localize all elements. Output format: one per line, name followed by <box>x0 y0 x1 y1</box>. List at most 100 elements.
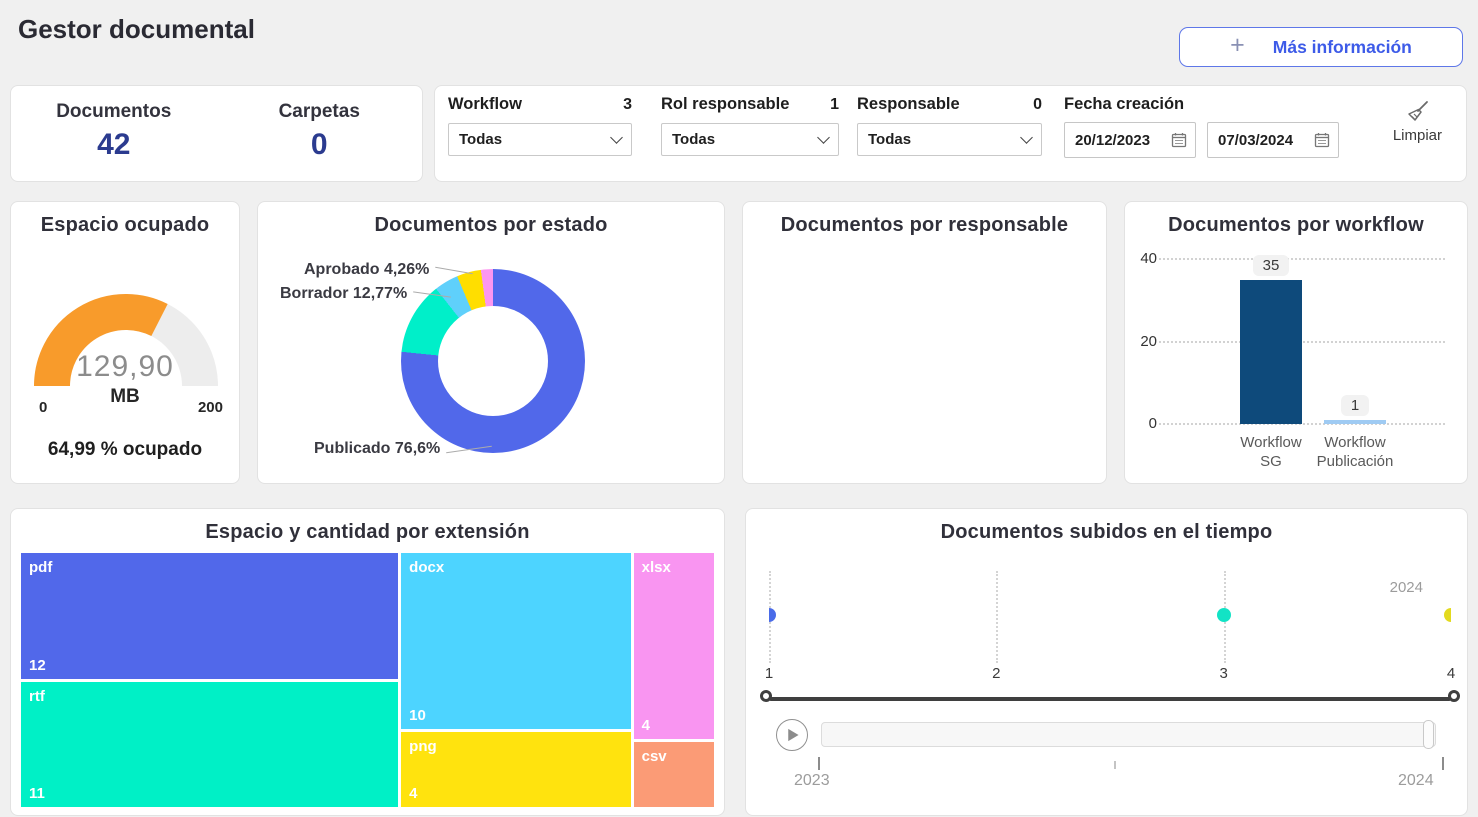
kpi-carpetas-value: 0 <box>311 128 328 162</box>
treemap-column: xlsx 4 csv <box>634 553 714 807</box>
filter-workflow-value: Todas <box>459 131 502 148</box>
kpi-documentos-label: Documentos <box>56 101 171 123</box>
gauge-max-label: 200 <box>198 399 223 416</box>
treemap-tile-rtf[interactable]: rtf 11 <box>21 682 398 808</box>
date-from-input[interactable]: 20/12/2023 <box>1064 122 1196 158</box>
tile-label: pdf <box>29 559 52 576</box>
estado-title: Documentos por estado <box>258 214 724 237</box>
tile-count: 4 <box>409 785 417 802</box>
gauge-value: 129,90 <box>11 350 239 384</box>
timeline-scrollbar[interactable] <box>821 722 1436 747</box>
timeline-x-ticks: 1 2 3 4 <box>769 665 1451 683</box>
broom-icon <box>1404 99 1430 125</box>
tile-label: rtf <box>29 688 45 705</box>
more-info-button[interactable]: + Más información <box>1179 27 1463 67</box>
date-to-input[interactable]: 07/03/2024 <box>1207 122 1339 158</box>
kpi-carpetas-label: Carpetas <box>279 101 360 123</box>
axis-tick <box>1442 757 1444 770</box>
filter-responsable-label: Responsable <box>857 95 960 114</box>
filter-workflow-dropdown[interactable]: Todas <box>448 123 632 156</box>
filter-fecha: Fecha creación 20/12/2023 07/03/2024 <box>1064 95 1354 158</box>
calendar-icon[interactable] <box>1314 132 1330 148</box>
filter-workflow: Workflow 3 Todas <box>448 95 632 156</box>
filter-responsable-value: Todas <box>868 131 911 148</box>
donut-hole <box>438 306 548 416</box>
workflow-card: Documentos por workflow 40 20 0 35 1 Wor… <box>1124 201 1468 484</box>
slider-handle-right[interactable] <box>1448 690 1460 702</box>
leader-line <box>446 445 492 452</box>
filter-workflow-label: Workflow <box>448 95 522 114</box>
kpi-carpetas: Carpetas 0 <box>217 86 423 181</box>
limpiar-button[interactable]: Limpiar <box>1393 99 1442 144</box>
kpi-card: Documentos 42 Carpetas 0 <box>10 85 423 182</box>
filter-rol-head: Rol responsable 1 <box>661 95 839 114</box>
treemap-tile-docx[interactable]: docx 10 <box>401 553 630 729</box>
dashboard: Gestor documental + Más información Docu… <box>0 0 1478 817</box>
filter-fecha-range: 20/12/2023 07/03/2024 <box>1064 122 1354 158</box>
limpiar-label: Limpiar <box>1393 127 1442 144</box>
treemap-column: docx 10 png 4 <box>401 553 630 807</box>
page-title: Gestor documental <box>18 14 255 45</box>
gridline <box>1159 258 1445 260</box>
bar-workflow-publicacion[interactable] <box>1324 420 1386 424</box>
tile-count: 4 <box>642 717 650 734</box>
estado-card: Documentos por estado Aprobado 4,26% Bor… <box>257 201 725 484</box>
play-button[interactable] <box>776 719 808 751</box>
treemap: pdf 12 rtf 11 docx 10 png 4 <box>21 553 714 807</box>
tile-count: 12 <box>29 657 46 674</box>
gauge-min-label: 0 <box>39 399 47 416</box>
data-point[interactable] <box>1444 608 1451 622</box>
tile-count: 10 <box>409 707 426 724</box>
calendar-icon[interactable] <box>1171 132 1187 148</box>
date-to-value: 07/03/2024 <box>1218 132 1293 149</box>
filter-card: Workflow 3 Todas Rol responsable 1 Todas… <box>434 85 1467 182</box>
tile-label: docx <box>409 559 444 576</box>
filter-responsable-dropdown[interactable]: Todas <box>857 123 1042 156</box>
leader-line <box>436 266 474 274</box>
filter-workflow-count: 3 <box>623 96 632 114</box>
scrollbar-handle[interactable] <box>1423 720 1434 749</box>
treemap-tile-png[interactable]: png 4 <box>401 732 630 807</box>
tiempo-card: Documentos subidos en el tiempo 2024 1 2… <box>745 508 1468 816</box>
gauge-title: Espacio ocupado <box>11 214 239 237</box>
treemap-tile-csv[interactable]: csv <box>634 742 714 807</box>
kpi-documentos: Documentos 42 <box>11 86 217 181</box>
filter-rol: Rol responsable 1 Todas <box>661 95 839 156</box>
gridline <box>996 571 998 663</box>
chevron-down-icon <box>817 131 830 144</box>
responsable-title: Documentos por responsable <box>743 214 1106 237</box>
tiempo-title: Documentos subidos en el tiempo <box>746 521 1467 544</box>
treemap-tile-xlsx[interactable]: xlsx 4 <box>634 553 714 739</box>
axis-tick <box>818 757 820 770</box>
data-point[interactable] <box>1217 608 1231 622</box>
data-point[interactable] <box>769 608 776 622</box>
gauge-chart[interactable] <box>11 274 241 404</box>
treemap-card: Espacio y cantidad por extensión pdf 12 … <box>10 508 725 816</box>
treemap-tile-pdf[interactable]: pdf 12 <box>21 553 398 679</box>
donut-label-publicado: Publicado 76,6% <box>314 440 492 458</box>
slider-handle-left[interactable] <box>760 690 772 702</box>
bar-data-label: 35 <box>1253 255 1290 276</box>
gauge-subtitle: 64,99 % ocupado <box>11 439 239 461</box>
axis-year-end: 2024 <box>1398 772 1434 790</box>
filter-responsable-head: Responsable 0 <box>857 95 1042 114</box>
plus-icon: + <box>1230 33 1245 58</box>
filter-rol-dropdown[interactable]: Todas <box>661 123 839 156</box>
range-slider[interactable] <box>769 697 1451 701</box>
donut-label-borrador: Borrador 12,77% <box>280 285 451 303</box>
chevron-down-icon <box>610 131 623 144</box>
x-tick-label: 1 <box>765 665 773 682</box>
play-icon <box>777 719 807 751</box>
bar-group-workflow-publicacion: 1 <box>1324 395 1386 424</box>
filter-rol-label: Rol responsable <box>661 95 789 114</box>
tile-label: csv <box>642 748 667 765</box>
donut-label-aprobado: Aprobado 4,26% <box>304 261 473 279</box>
leader-line <box>413 291 451 297</box>
bar-group-workflow-sg: 35 <box>1240 255 1302 424</box>
bar-data-label: 1 <box>1341 395 1369 416</box>
bar-workflow-sg[interactable] <box>1240 280 1302 424</box>
workflow-title: Documentos por workflow <box>1125 214 1467 237</box>
filter-fecha-label: Fecha creación <box>1064 95 1184 114</box>
timeline-plot-area: 2024 <box>769 571 1451 663</box>
filter-workflow-head: Workflow 3 <box>448 95 632 114</box>
